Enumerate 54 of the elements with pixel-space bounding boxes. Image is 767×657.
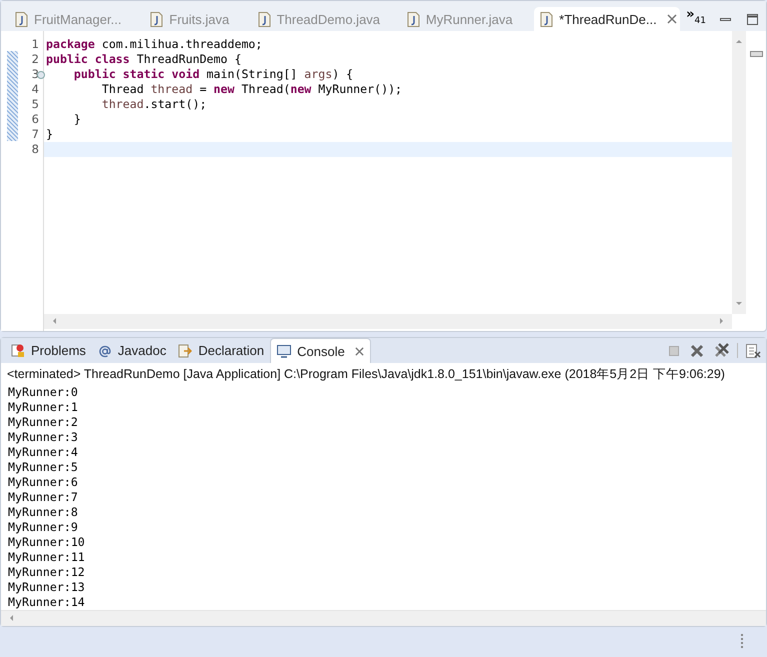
horizontal-scrollbar[interactable] — [44, 314, 732, 329]
console-output-line: MyRunner:5 — [8, 460, 79, 475]
code-line: } — [45, 127, 54, 142]
line-number: 6 — [32, 112, 39, 127]
console-output-line: MyRunner:0 — [8, 385, 79, 400]
java-file-icon — [150, 12, 164, 26]
view-tab[interactable]: Javadoc — [92, 338, 172, 363]
line-number: 2 — [32, 52, 39, 67]
clear-console-icon[interactable] — [745, 342, 761, 358]
java-file-icon — [540, 12, 554, 26]
line-number: 7 — [32, 127, 39, 142]
editor-tab[interactable]: *ThreadRunDe... — [534, 7, 680, 31]
console-output-line: MyRunner:9 — [8, 520, 79, 535]
line-number: 4 — [32, 82, 39, 97]
console-output-line: MyRunner:10 — [8, 535, 86, 550]
java-file-icon — [406, 12, 420, 26]
console-output-line: MyRunner:8 — [8, 505, 79, 520]
overview-marker-icon[interactable] — [750, 51, 763, 57]
console-output-line: MyRunner:3 — [8, 430, 79, 445]
code-line: } — [72, 112, 82, 127]
monitor-icon — [277, 344, 292, 358]
close-icon[interactable] — [666, 14, 677, 24]
console-output-line: MyRunner:11 — [8, 550, 86, 565]
remove-icon[interactable] — [690, 344, 704, 358]
view-tab[interactable]: Declaration — [172, 338, 270, 363]
console-output-line: MyRunner:12 — [8, 565, 86, 580]
console-output-line: MyRunner:4 — [8, 445, 79, 460]
declaration-icon — [178, 344, 192, 358]
vertical-scrollbar[interactable] — [732, 31, 746, 314]
horizontal-scrollbar[interactable] — [1, 610, 766, 626]
at-sign-icon — [98, 344, 112, 358]
console-output-line: MyRunner:13 — [8, 580, 86, 595]
close-icon[interactable] — [354, 346, 364, 356]
line-number: 1 — [32, 37, 39, 52]
code-line: package com.milihua.threaddemo; — [45, 37, 264, 52]
code-line: public static void main(String[] args) { — [72, 67, 354, 82]
line-number: 8 — [32, 142, 39, 157]
view-tab[interactable]: Problems — [5, 338, 92, 363]
collapse-icon[interactable] — [37, 70, 45, 78]
remove-all-icon[interactable] — [714, 342, 730, 358]
problems-icon — [11, 344, 25, 358]
console-output-line: MyRunner:14 — [8, 595, 86, 610]
java-file-icon — [15, 12, 28, 26]
line-number: 5 — [32, 97, 39, 112]
code-line: Thread thread = new Thread(new MyRunner()); — [100, 82, 404, 97]
code-line: public class ThreadRunDemo { — [45, 52, 242, 67]
view-tab[interactable]: Console — [270, 338, 371, 363]
console-header: <terminated> ThreadRunDemo [Java Application] C:\Program Files\Java\jdk1.8.0_151\bin\javaw.exe (2018年5月2日 下午9:06:29) — [6, 366, 726, 383]
java-file-icon — [258, 12, 271, 26]
console-output-line: MyRunner:2 — [8, 415, 79, 430]
console-output-line: MyRunner:6 — [8, 475, 79, 490]
console-output-line: MyRunner:1 — [8, 400, 79, 415]
code-line: thread.start(); — [100, 97, 208, 112]
console-output-line: MyRunner:7 — [8, 490, 79, 505]
